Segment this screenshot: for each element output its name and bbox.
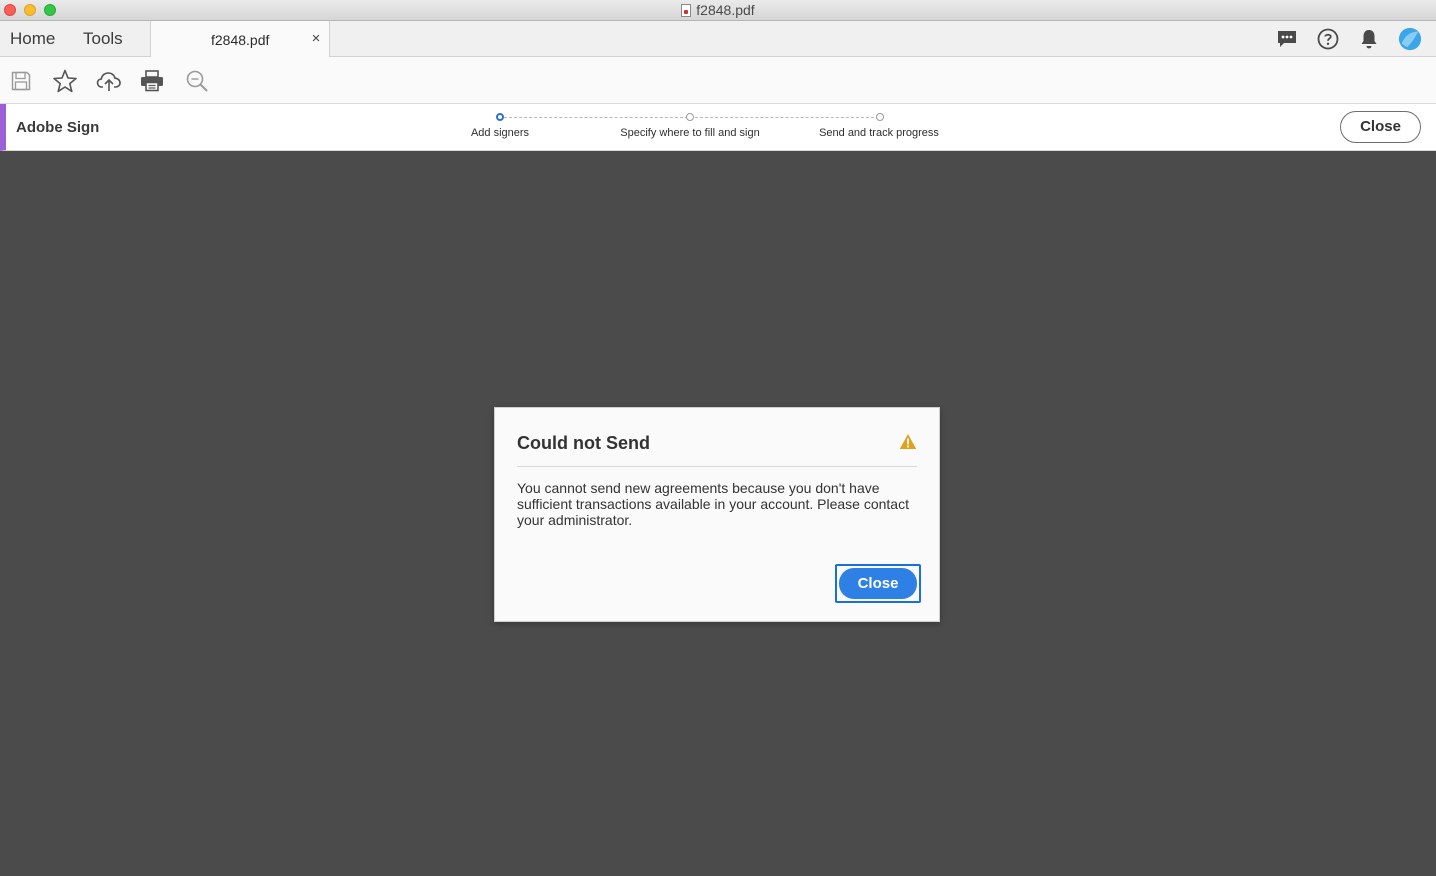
tab-tools[interactable]: Tools xyxy=(83,29,123,49)
window-title-text: f2848.pdf xyxy=(696,2,755,18)
close-tab-button[interactable]: × xyxy=(309,30,323,47)
header-icons xyxy=(1275,27,1422,51)
save-icon[interactable] xyxy=(8,68,34,94)
title-bar: f2848.pdf xyxy=(0,0,1436,21)
dialog-divider xyxy=(517,466,917,467)
pdf-file-icon xyxy=(681,4,692,17)
dialog-title: Could not Send xyxy=(517,433,650,453)
dialog-message: You cannot send new agreements because y… xyxy=(517,480,909,528)
window-title: f2848.pdf xyxy=(0,2,1436,19)
progress-steps: Add signers Specify where to fill and si… xyxy=(6,104,1436,151)
search-zoom-icon[interactable] xyxy=(184,68,210,94)
bell-icon[interactable] xyxy=(1357,27,1381,51)
print-icon[interactable] xyxy=(139,68,165,94)
adobe-sign-bar: Adobe Sign Add signers Specify where to … xyxy=(0,104,1436,151)
comment-icon[interactable] xyxy=(1275,27,1299,51)
tab-document[interactable]: f2848.pdf × xyxy=(150,21,330,57)
step-2-dot xyxy=(686,113,694,121)
warning-icon xyxy=(899,433,917,450)
step-3-dot xyxy=(876,113,884,121)
step-1-dot xyxy=(496,113,504,121)
step-label-send-track[interactable]: Send and track progress xyxy=(819,127,939,139)
error-dialog: Could not Send You cannot send new agree… xyxy=(494,407,940,622)
tab-document-label: f2848.pdf xyxy=(211,32,270,48)
step-label-specify-fields[interactable]: Specify where to fill and sign xyxy=(620,127,759,139)
close-sign-button[interactable]: Close xyxy=(1340,111,1421,143)
star-icon[interactable] xyxy=(52,68,78,94)
tab-bar: Home Tools f2848.pdf × xyxy=(0,21,1436,57)
profile-icon[interactable] xyxy=(1398,27,1422,51)
tab-home[interactable]: Home xyxy=(10,29,55,49)
dialog-close-focus-ring: Close xyxy=(835,564,921,603)
toolbar xyxy=(0,57,1436,104)
cloud-upload-icon[interactable] xyxy=(96,68,122,94)
help-icon[interactable] xyxy=(1316,27,1340,51)
dialog-close-button[interactable]: Close xyxy=(839,568,917,599)
step-label-add-signers[interactable]: Add signers xyxy=(471,127,529,139)
steps-connector xyxy=(504,117,884,118)
